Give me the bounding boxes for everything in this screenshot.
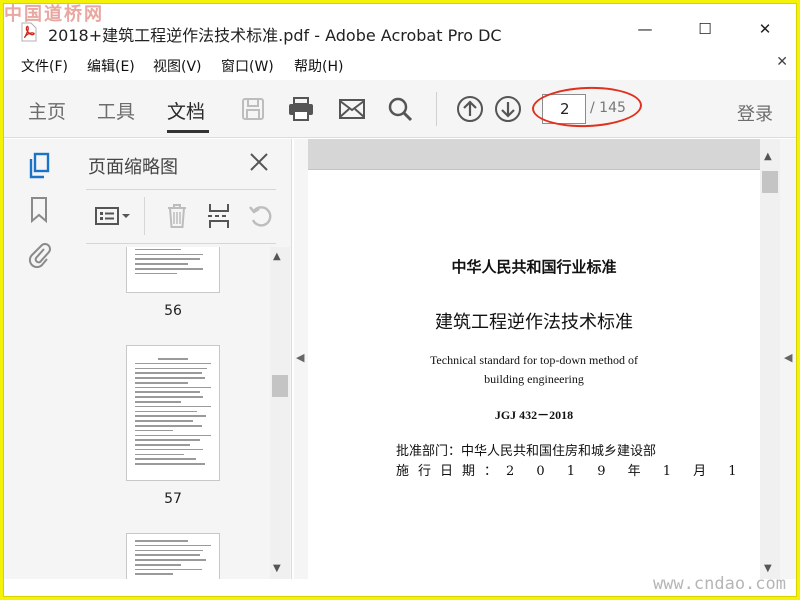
navigation-rail	[4, 139, 70, 579]
thumbnail-label: 57	[164, 491, 182, 507]
acrobat-window: 2018+建筑工程逆作法技术标准.pdf - Adobe Acrobat Pro…	[3, 3, 797, 597]
toolbar: 主页 工具 文档 2 / 145 登录	[4, 80, 796, 138]
watermark-top: 中国道桥网	[4, 4, 104, 25]
tab-tools[interactable]: 工具	[97, 97, 135, 124]
delete-page-icon[interactable]	[162, 199, 192, 233]
print-icon[interactable]	[286, 94, 316, 124]
menu-edit[interactable]: 编辑(E)	[87, 56, 135, 76]
thumbnail-label: 56	[164, 303, 182, 319]
scrollbar-thumb[interactable]	[762, 171, 778, 193]
thumbnail-list: 56 57	[70, 247, 270, 579]
close-window-button[interactable]: ✕	[742, 12, 788, 46]
english-title-line1: Technical standard for top-down method o…	[429, 353, 639, 367]
highlight-ellipse	[531, 85, 643, 129]
login-button[interactable]: 登录	[737, 100, 773, 126]
panel-title: 页面缩略图	[88, 157, 178, 178]
email-icon[interactable]	[337, 94, 367, 124]
attachments-icon[interactable]	[26, 239, 52, 269]
scrollbar-thumb[interactable]	[272, 375, 288, 397]
document-viewer: 中华人民共和国行业标准 建筑工程逆作法技术标准 Technical standa…	[308, 139, 760, 579]
standard-category: 中华人民共和国行业标准	[451, 258, 617, 276]
bookmarks-icon[interactable]	[26, 195, 52, 225]
toolbar-separator	[436, 92, 437, 126]
document-scrollbar[interactable]: ▲ ▼	[760, 139, 780, 579]
close-panel-icon[interactable]	[246, 149, 272, 175]
scroll-up-icon[interactable]: ▲	[764, 151, 772, 162]
scroll-down-icon[interactable]: ▼	[764, 563, 772, 574]
scroll-up-icon[interactable]: ▲	[273, 251, 281, 262]
document-page: 中华人民共和国行业标准 建筑工程逆作法技术标准 Technical standa…	[308, 169, 760, 579]
tab-document[interactable]: 文档	[167, 97, 205, 124]
thumbnail-page-57[interactable]	[126, 345, 220, 481]
minimize-button[interactable]: —	[622, 12, 668, 46]
menu-window[interactable]: 窗口(W)	[221, 56, 274, 76]
chevron-left-icon[interactable]: ◀	[296, 351, 304, 364]
extract-page-icon[interactable]	[204, 199, 234, 233]
english-title-line2: building engineering	[484, 372, 584, 386]
panel-divider	[86, 189, 276, 190]
window-title: 2018+建筑工程逆作法技术标准.pdf - Adobe Acrobat Pro…	[48, 26, 502, 45]
menu-help[interactable]: 帮助(H)	[294, 56, 343, 76]
previous-page-icon[interactable]	[455, 94, 485, 124]
page-thumbnails-icon[interactable]	[26, 151, 52, 181]
scroll-down-icon[interactable]: ▼	[273, 563, 281, 574]
thumbnail-page-56[interactable]	[126, 247, 220, 293]
standard-code: JGJ 432－2018	[494, 408, 574, 422]
menu-file[interactable]: 文件(F)	[21, 56, 68, 76]
document-title: 建筑工程逆作法技术标准	[435, 312, 633, 333]
menu-bar: 文件(F) 编辑(E) 视图(V) 窗口(W) 帮助(H) ✕	[4, 52, 796, 78]
thumbnail-page-58[interactable]	[126, 533, 220, 579]
panel-divider	[86, 243, 276, 244]
chevron-left-icon[interactable]: ◀	[784, 351, 792, 364]
collapse-right-panel[interactable]: ◀	[780, 139, 796, 579]
active-tab-indicator	[167, 130, 209, 133]
panel-tool-separator	[144, 197, 145, 235]
close-document-button[interactable]: ✕	[776, 54, 788, 70]
watermark-bottom: www.cndao.com	[652, 574, 786, 594]
save-icon[interactable]	[238, 94, 268, 124]
tab-home[interactable]: 主页	[28, 97, 66, 124]
menu-view[interactable]: 视图(V)	[153, 56, 202, 76]
thumbnail-scrollbar[interactable]: ▲ ▼	[270, 247, 290, 579]
thumbnails-panel: 页面缩略图 56 57 ▲ ▼	[70, 139, 292, 579]
effective-date: 施行日期：2 0 1 9 年 1 月 1 日	[396, 464, 760, 479]
rotate-page-icon[interactable]	[246, 199, 276, 233]
collapse-left-panel[interactable]: ◀	[294, 139, 308, 579]
maximize-button[interactable]: ☐	[682, 12, 728, 46]
next-page-icon[interactable]	[493, 94, 523, 124]
thumbnail-options-icon[interactable]	[92, 199, 134, 233]
title-bar: 2018+建筑工程逆作法技术标准.pdf - Adobe Acrobat Pro…	[4, 4, 796, 48]
search-icon[interactable]	[385, 94, 415, 124]
approval-department: 批准部门：中华人民共和国住房和城乡建设部	[396, 444, 657, 459]
